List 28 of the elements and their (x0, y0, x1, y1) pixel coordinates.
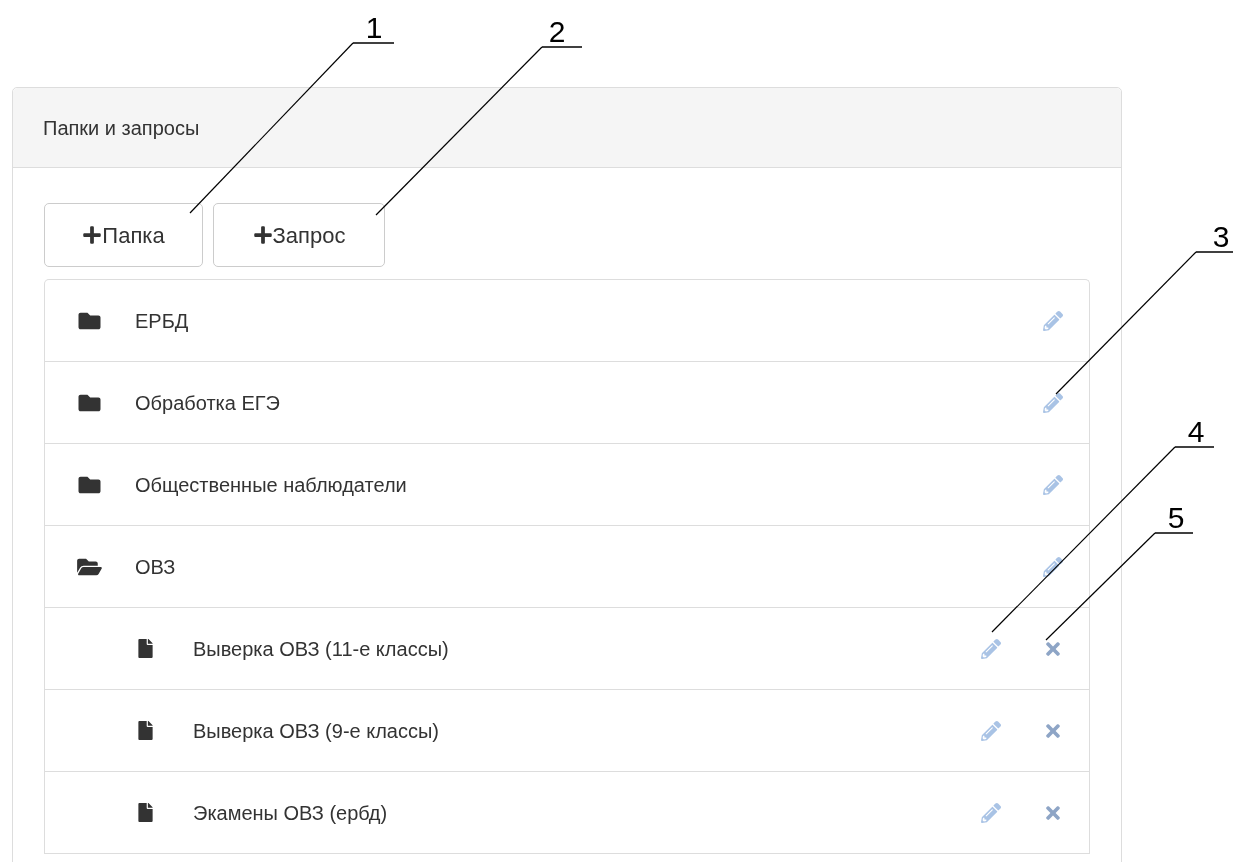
folder-name: Общественные наблюдатели (135, 472, 408, 498)
edit-icon[interactable] (1043, 556, 1063, 577)
callout-number: 3 (1212, 220, 1230, 253)
query-row[interactable]: Выверка ОВЗ (9-е классы) (45, 690, 1089, 772)
folder-row[interactable]: Общественные наблюдатели (45, 444, 1089, 526)
folder-name: Обработка ЕГЭ (135, 390, 281, 416)
callout-number: 2 (548, 15, 566, 48)
panel-title: Папки и запросы (43, 115, 200, 141)
query-name: Экамены ОВЗ (ербд) (193, 800, 389, 826)
folder-row[interactable]: Обработка ЕГЭ (45, 362, 1089, 444)
query-name: Выверка ОВЗ (9-е классы) (193, 718, 441, 744)
folder-name: ОВЗ (135, 554, 177, 580)
plus-icon (82, 225, 103, 245)
add-button[interactable]: Папка (44, 203, 203, 267)
file-icon (138, 803, 153, 822)
callout-number: 1 (365, 11, 383, 44)
folder-row[interactable]: ЕРБД (45, 280, 1089, 362)
query-row[interactable]: Экамены ОВЗ (ербд) (45, 772, 1089, 854)
callout-number: 5 (1167, 501, 1185, 534)
plus-icon (252, 225, 273, 245)
query-name: Выверка ОВЗ (11-е классы) (193, 636, 450, 662)
file-icon (138, 721, 153, 740)
file-icon (138, 639, 153, 658)
add-button[interactable]: Запрос (213, 203, 385, 267)
callout-number: 4 (1187, 415, 1205, 448)
folder-row[interactable]: ОВЗ (45, 526, 1089, 608)
folder-name: ЕРБД (135, 308, 190, 334)
query-row[interactable]: Выверка ОВЗ (11-е классы) (45, 608, 1089, 690)
